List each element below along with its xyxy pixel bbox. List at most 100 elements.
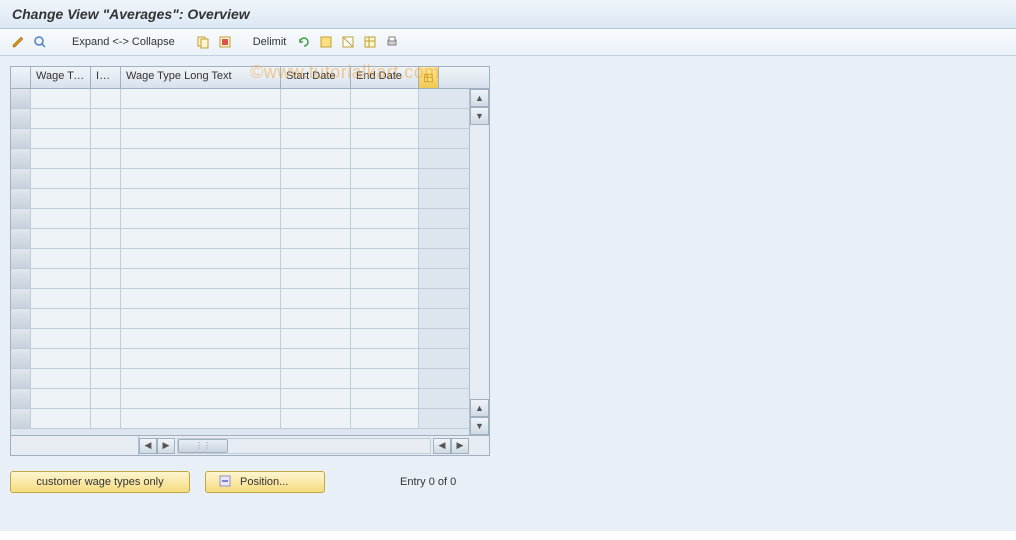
cell-wage-type[interactable] <box>31 269 91 288</box>
cell-inf[interactable] <box>91 229 121 248</box>
undo-icon[interactable] <box>296 34 312 50</box>
column-long-text[interactable]: Wage Type Long Text <box>121 67 281 88</box>
table-row[interactable] <box>11 389 469 409</box>
select-block-icon[interactable] <box>318 34 334 50</box>
details-icon[interactable] <box>32 34 48 50</box>
row-selector[interactable] <box>11 409 31 428</box>
cell-inf[interactable] <box>91 329 121 348</box>
delimit-button[interactable]: Delimit <box>249 36 291 48</box>
cell-inf[interactable] <box>91 129 121 148</box>
deselect-icon[interactable] <box>340 34 356 50</box>
table-row[interactable] <box>11 269 469 289</box>
row-selector[interactable] <box>11 329 31 348</box>
table-row[interactable] <box>11 369 469 389</box>
cell-long-text[interactable] <box>121 109 281 128</box>
cell-start-date[interactable] <box>281 249 351 268</box>
cell-inf[interactable] <box>91 349 121 368</box>
hscroll-page-left-button[interactable]: ▶ <box>157 438 175 454</box>
scroll-down-button[interactable]: ▼ <box>470 107 489 125</box>
cell-start-date[interactable] <box>281 289 351 308</box>
cell-long-text[interactable] <box>121 209 281 228</box>
cell-long-text[interactable] <box>121 409 281 428</box>
cell-start-date[interactable] <box>281 229 351 248</box>
cell-wage-type[interactable] <box>31 409 91 428</box>
hscroll-track[interactable]: ⋮⋮ <box>177 438 431 454</box>
row-selector[interactable] <box>11 369 31 388</box>
table-row[interactable] <box>11 249 469 269</box>
cell-start-date[interactable] <box>281 389 351 408</box>
cell-inf[interactable] <box>91 149 121 168</box>
cell-start-date[interactable] <box>281 409 351 428</box>
row-selector[interactable] <box>11 129 31 148</box>
cell-wage-type[interactable] <box>31 109 91 128</box>
cell-end-date[interactable] <box>351 329 419 348</box>
hscroll-thumb[interactable]: ⋮⋮ <box>178 439 228 453</box>
copy-icon[interactable] <box>195 34 211 50</box>
cell-start-date[interactable] <box>281 209 351 228</box>
column-end-date[interactable]: End Date <box>351 67 419 88</box>
cell-end-date[interactable] <box>351 109 419 128</box>
cell-wage-type[interactable] <box>31 189 91 208</box>
row-selector[interactable] <box>11 209 31 228</box>
change-icon[interactable] <box>10 34 26 50</box>
table-row[interactable] <box>11 129 469 149</box>
table-row[interactable] <box>11 149 469 169</box>
cell-end-date[interactable] <box>351 289 419 308</box>
table-row[interactable] <box>11 189 469 209</box>
cell-inf[interactable] <box>91 369 121 388</box>
cell-long-text[interactable] <box>121 189 281 208</box>
print-icon[interactable] <box>384 34 400 50</box>
hscroll-right-button[interactable]: ▶ <box>451 438 469 454</box>
cell-end-date[interactable] <box>351 89 419 108</box>
cell-long-text[interactable] <box>121 169 281 188</box>
select-all-icon[interactable] <box>217 34 233 50</box>
row-selector[interactable] <box>11 389 31 408</box>
cell-long-text[interactable] <box>121 149 281 168</box>
column-infotype[interactable]: Inf... <box>91 67 121 88</box>
scroll-down-end-button[interactable]: ▼ <box>470 417 489 435</box>
cell-wage-type[interactable] <box>31 249 91 268</box>
cell-wage-type[interactable] <box>31 209 91 228</box>
cell-inf[interactable] <box>91 309 121 328</box>
column-configure-button[interactable] <box>419 67 439 88</box>
cell-end-date[interactable] <box>351 249 419 268</box>
table-row[interactable] <box>11 309 469 329</box>
cell-start-date[interactable] <box>281 349 351 368</box>
cell-inf[interactable] <box>91 169 121 188</box>
cell-wage-type[interactable] <box>31 389 91 408</box>
cell-long-text[interactable] <box>121 249 281 268</box>
cell-end-date[interactable] <box>351 349 419 368</box>
cell-wage-type[interactable] <box>31 149 91 168</box>
cell-wage-type[interactable] <box>31 129 91 148</box>
scroll-up-button[interactable]: ▲ <box>470 89 489 107</box>
cell-long-text[interactable] <box>121 309 281 328</box>
cell-inf[interactable] <box>91 89 121 108</box>
cell-wage-type[interactable] <box>31 289 91 308</box>
cell-start-date[interactable] <box>281 329 351 348</box>
position-button[interactable]: Position... <box>205 471 325 493</box>
cell-start-date[interactable] <box>281 189 351 208</box>
row-selector[interactable] <box>11 169 31 188</box>
cell-long-text[interactable] <box>121 349 281 368</box>
cell-wage-type[interactable] <box>31 89 91 108</box>
row-selector[interactable] <box>11 289 31 308</box>
row-selector[interactable] <box>11 189 31 208</box>
table-row[interactable] <box>11 349 469 369</box>
cell-start-date[interactable] <box>281 109 351 128</box>
cell-start-date[interactable] <box>281 169 351 188</box>
cell-inf[interactable] <box>91 389 121 408</box>
cell-end-date[interactable] <box>351 129 419 148</box>
column-selector[interactable] <box>11 67 31 88</box>
cell-start-date[interactable] <box>281 89 351 108</box>
cell-inf[interactable] <box>91 189 121 208</box>
cell-wage-type[interactable] <box>31 369 91 388</box>
table-row[interactable] <box>11 329 469 349</box>
cell-long-text[interactable] <box>121 389 281 408</box>
cell-end-date[interactable] <box>351 189 419 208</box>
cell-long-text[interactable] <box>121 329 281 348</box>
row-selector[interactable] <box>11 149 31 168</box>
expand-collapse-button[interactable]: Expand <-> Collapse <box>68 36 179 48</box>
cell-end-date[interactable] <box>351 389 419 408</box>
scroll-up-end-button[interactable]: ▲ <box>470 399 489 417</box>
row-selector[interactable] <box>11 89 31 108</box>
